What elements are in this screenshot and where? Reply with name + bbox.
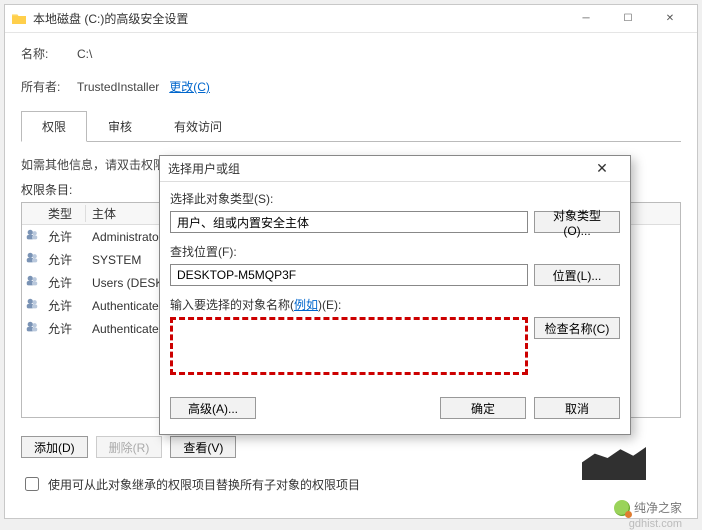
user-group-icon <box>22 297 42 314</box>
user-group-icon <box>22 274 42 291</box>
object-name-row: 检查名称(C) <box>170 317 620 375</box>
name-row: 名称: C:\ <box>21 45 681 62</box>
name-value: C:\ <box>77 47 92 61</box>
select-user-or-group-dialog: 选择用户或组 ✕ 选择此对象类型(S): 对象类型(O)... 查找位置(F):… <box>159 155 631 435</box>
watermark-url: gdhist.com <box>629 518 682 530</box>
location-label: 查找位置(F): <box>170 243 620 260</box>
window-controls: ─ ☐ ✕ <box>565 6 691 32</box>
owner-label: 所有者: <box>21 78 77 95</box>
dialog-body: 选择此对象类型(S): 对象类型(O)... 查找位置(F): 位置(L)...… <box>160 182 630 393</box>
watermark-icon <box>614 500 630 516</box>
row-type: 允许 <box>42 228 86 245</box>
dialog-footer: 高级(A)... 确定 取消 <box>160 393 630 429</box>
view-button[interactable]: 查看(V) <box>170 436 236 458</box>
tab-auditing[interactable]: 审核 <box>87 111 153 142</box>
dialog-title: 选择用户或组 <box>168 160 582 177</box>
dialog-close-button[interactable]: ✕ <box>582 157 622 181</box>
owner-row: 所有者: TrustedInstaller 更改(C) <box>21 78 681 95</box>
replace-child-permissions-label: 使用可从此对象继承的权限项目替换所有子对象的权限项目 <box>48 476 360 493</box>
watermark-brand: 纯净之家 <box>634 499 682 516</box>
main-titlebar: 本地磁盘 (C:)的高级安全设置 ─ ☐ ✕ <box>5 5 697 33</box>
user-group-icon <box>22 251 42 268</box>
object-types-button[interactable]: 对象类型(O)... <box>534 211 620 233</box>
folder-icon <box>11 11 27 27</box>
object-type-input[interactable] <box>170 211 528 233</box>
object-type-label: 选择此对象类型(S): <box>170 190 620 207</box>
location-row: 位置(L)... <box>170 264 620 286</box>
col-type[interactable]: 类型 <box>42 205 86 222</box>
replace-child-permissions-checkbox[interactable] <box>25 477 39 491</box>
row-type: 允许 <box>42 297 86 314</box>
object-type-row: 对象类型(O)... <box>170 211 620 233</box>
object-name-input[interactable] <box>170 317 528 375</box>
tab-permissions[interactable]: 权限 <box>21 111 87 142</box>
enter-name-suffix: )(E): <box>318 298 341 312</box>
enter-object-name-label: 输入要选择的对象名称(例如)(E): <box>170 296 620 313</box>
tab-effective-access[interactable]: 有效访问 <box>153 111 243 142</box>
watermark: 纯净之家 <box>614 499 682 516</box>
user-group-icon <box>22 228 42 245</box>
user-group-icon <box>22 320 42 337</box>
example-link[interactable]: 例如 <box>294 298 318 312</box>
add-button[interactable]: 添加(D) <box>21 436 88 458</box>
locations-button[interactable]: 位置(L)... <box>534 264 620 286</box>
minimize-button[interactable]: ─ <box>565 6 607 32</box>
change-owner-link[interactable]: 更改(C) <box>169 78 210 95</box>
advanced-button[interactable]: 高级(A)... <box>170 397 256 419</box>
close-button[interactable]: ✕ <box>649 6 691 32</box>
enter-name-prefix: 输入要选择的对象名称( <box>170 298 294 312</box>
tabs: 权限 审核 有效访问 <box>21 111 681 142</box>
owner-value: TrustedInstaller <box>77 80 159 94</box>
row-type: 允许 <box>42 274 86 291</box>
row-type: 允许 <box>42 251 86 268</box>
main-window-title: 本地磁盘 (C:)的高级安全设置 <box>33 10 565 27</box>
location-input[interactable] <box>170 264 528 286</box>
ok-button[interactable]: 确定 <box>440 397 526 419</box>
cancel-button[interactable]: 取消 <box>534 397 620 419</box>
entries-button-row: 添加(D) 删除(R) 查看(V) <box>21 436 681 458</box>
name-label: 名称: <box>21 45 77 62</box>
dialog-titlebar: 选择用户或组 ✕ <box>160 156 630 182</box>
check-names-button[interactable]: 检查名称(C) <box>534 317 620 339</box>
maximize-button[interactable]: ☐ <box>607 6 649 32</box>
row-type: 允许 <box>42 320 86 337</box>
remove-button[interactable]: 删除(R) <box>96 436 163 458</box>
